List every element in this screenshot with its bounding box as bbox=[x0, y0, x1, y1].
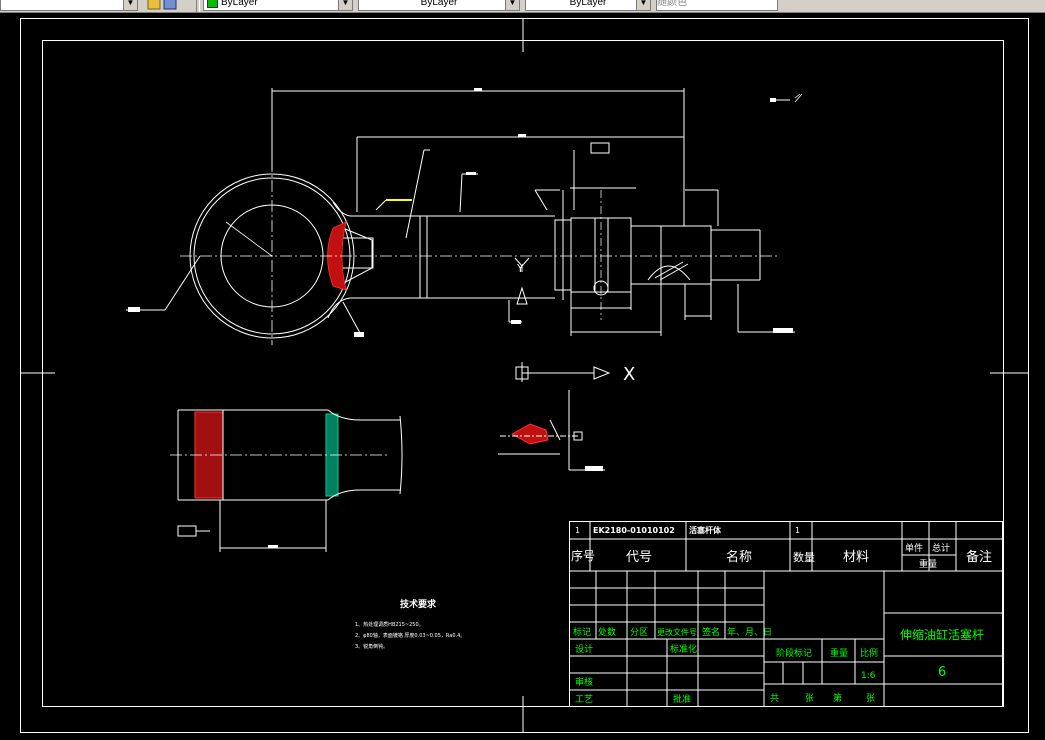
rev-header-zone: 分区 bbox=[630, 627, 648, 638]
bom-header-remark: 备注 bbox=[966, 549, 992, 565]
chevron-down-icon: ▼ bbox=[636, 0, 650, 10]
role-standardize: 标准化 bbox=[670, 643, 697, 655]
sheet-number: 6 bbox=[938, 665, 946, 680]
plotstyle-combo[interactable]: 随颜色 bbox=[656, 0, 778, 11]
chevron-down-icon: ▼ bbox=[338, 0, 352, 10]
layer-properties-icon[interactable] bbox=[146, 0, 180, 11]
linetype-combo[interactable]: ByLayer ▼ bbox=[358, 0, 520, 11]
tech-requirement-2: 2、φ80轴，表面镀铬 厚度0.03~0.05，Ra0.4。 bbox=[355, 632, 465, 639]
ucs-y-label: Y bbox=[516, 262, 524, 275]
bom-header-material: 材料 bbox=[843, 550, 869, 565]
tech-requirement-3: 3、锐角倒钝。 bbox=[355, 643, 388, 650]
main-view bbox=[126, 88, 803, 345]
bom-header-weight: 重量 bbox=[919, 558, 937, 570]
bom-header-name: 名称 bbox=[726, 549, 752, 565]
chevron-down-icon: ▼ bbox=[505, 0, 519, 10]
color-swatch-icon bbox=[207, 0, 218, 8]
sheet-frame bbox=[20, 18, 1029, 733]
bom-seq: 1 bbox=[575, 526, 580, 535]
color-combo[interactable]: ByLayer ▼ bbox=[203, 0, 353, 11]
drawing-canvas[interactable]: X Y 技术要求 1、热处理调质HB215~250。 2、φ80轴，表面镀铬 厚… bbox=[0, 12, 1045, 740]
role-process: 工艺 bbox=[575, 694, 593, 705]
rev-header-mark: 标记 bbox=[573, 626, 591, 638]
sheet-footer-unit1: 张 bbox=[805, 693, 814, 704]
stage-mark-label: 阶段标记 bbox=[776, 647, 812, 659]
chevron-down-icon: ▼ bbox=[123, 0, 137, 10]
role-design: 设计 bbox=[575, 643, 593, 655]
role-approve: 批准 bbox=[673, 693, 691, 705]
toolbar-separator bbox=[196, 0, 200, 12]
scale-value: 1:6 bbox=[861, 671, 876, 681]
rev-header-docno: 更改文件号 bbox=[657, 627, 697, 637]
rev-header-count: 处数 bbox=[598, 626, 616, 638]
enlarged-detail bbox=[170, 409, 403, 552]
sheet-footer-total: 共 bbox=[770, 693, 779, 704]
role-check: 审核 bbox=[575, 676, 593, 688]
bom-code: EK2180-01010102 bbox=[593, 526, 675, 535]
sheet-footer-unit2: 张 bbox=[866, 693, 875, 704]
rev-header-date: 年、月、日 bbox=[727, 626, 772, 638]
bom-header-code: 代号 bbox=[626, 550, 652, 565]
lineweight-combo[interactable]: ByLayer ▼ bbox=[525, 0, 651, 11]
rev-header-sign: 签名 bbox=[702, 626, 720, 638]
lineweight-combo-value: ByLayer bbox=[569, 0, 607, 8]
tech-requirement-1: 1、热处理调质HB215~250。 bbox=[355, 621, 424, 628]
bom-header-total: 总计 bbox=[932, 542, 950, 554]
ucs-icon: X Y bbox=[515, 262, 635, 385]
sheet-footer-no: 第 bbox=[833, 692, 842, 704]
weight-label: 重量 bbox=[830, 647, 848, 659]
tech-requirements-title: 技术要求 bbox=[400, 598, 437, 610]
ucs-x-label: X bbox=[623, 364, 635, 385]
bom-name: 活塞杆体 bbox=[689, 525, 722, 535]
bom-header-seq: 序号 bbox=[571, 548, 595, 563]
scale-label: 比例 bbox=[860, 647, 878, 659]
drawing-title: 伸缩油缸活塞杆 bbox=[900, 627, 984, 642]
layer-combo-tail[interactable]: ▼ bbox=[0, 0, 138, 11]
bom-header-single: 单件 bbox=[905, 542, 923, 554]
bom-qty: 1 bbox=[795, 526, 800, 535]
linetype-combo-value: ByLayer bbox=[420, 0, 458, 8]
section-detail bbox=[498, 390, 605, 471]
plotstyle-combo-value: 随颜色 bbox=[657, 0, 687, 8]
tech-requirements: 技术要求 1、热处理调质HB215~250。 2、φ80轴，表面镀铬 厚度0.0… bbox=[355, 598, 465, 650]
color-combo-value: ByLayer bbox=[221, 0, 258, 8]
bom-header-qty: 数量 bbox=[793, 551, 815, 564]
